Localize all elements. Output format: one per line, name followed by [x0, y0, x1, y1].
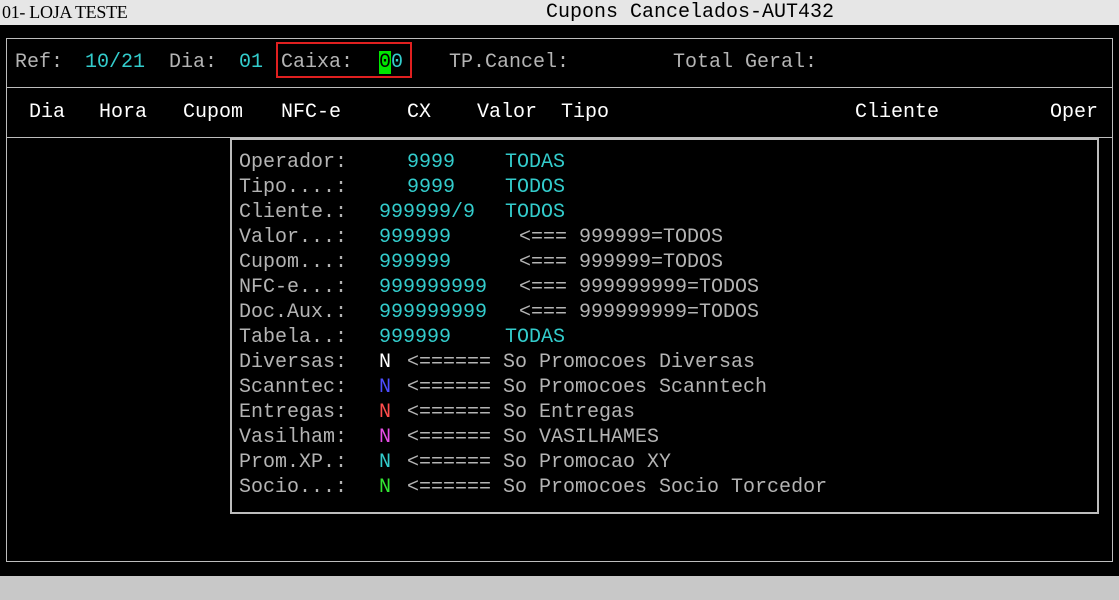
filter-value-socio[interactable]: N: [379, 475, 391, 500]
filter-note-entregas: <====== So Entregas: [407, 401, 636, 424]
filter-note-tabela: TODAS: [505, 326, 566, 349]
filter-note-scanntec: <====== So Promocoes Scanntech: [407, 376, 768, 399]
title-bar: 01- LOJA TESTE Cupons Cancelados-AUT432: [0, 0, 1119, 25]
column-header-hora: Hora: [99, 101, 148, 124]
filter-note-vasilham: <====== So VASILHAMES: [407, 426, 660, 449]
filter-label-operador: Operador:: [239, 151, 348, 174]
filter-label-valor: Valor...:: [239, 226, 348, 249]
caixa-value[interactable]: 0: [391, 51, 403, 74]
filter-value-entregas[interactable]: N: [379, 400, 391, 425]
column-header-cx: CX: [407, 101, 432, 124]
header-divider: [7, 87, 1112, 88]
filter-label-scanntec: Scanntec:: [239, 376, 348, 399]
filter-value-doc-aux[interactable]: 999999999: [379, 300, 487, 325]
filter-value-nfce[interactable]: 999999999: [379, 275, 487, 300]
dia-label: Dia:: [169, 51, 218, 74]
filter-note-cupom: <=== 999999=TODOS: [519, 251, 724, 274]
column-header-oper: Oper: [1050, 101, 1099, 124]
filter-note-doc-aux: <=== 999999999=TODOS: [519, 301, 760, 324]
filter-note-prom-xp: <====== So Promocao XY: [407, 451, 672, 474]
filter-label-diversas: Diversas:: [239, 351, 348, 374]
column-header-dia: Dia: [29, 101, 66, 124]
program-title: Cupons Cancelados-AUT432: [546, 1, 835, 24]
filter-value-tabela[interactable]: 999999: [379, 325, 451, 350]
column-header-cupom: Cupom: [183, 101, 244, 124]
filter-label-socio: Socio...:: [239, 476, 348, 499]
column-header-tipo: Tipo: [561, 101, 610, 124]
filter-value-operador[interactable]: 9999: [407, 150, 455, 175]
tp-cancel-label: TP.Cancel:: [449, 51, 570, 74]
filter-label-tabela: Tabela..:: [239, 326, 348, 349]
column-header-cliente: Cliente: [855, 101, 940, 124]
filter-value-diversas[interactable]: N: [379, 350, 391, 375]
filter-label-cupom: Cupom...:: [239, 251, 348, 274]
filter-note-socio: <====== So Promocoes Socio Torcedor: [407, 476, 828, 499]
filter-label-cliente: Cliente.:: [239, 201, 348, 224]
caixa-field[interactable]: 00: [379, 50, 403, 75]
filter-note-valor: <=== 999999=TODOS: [519, 226, 724, 249]
filter-note-nfce: <=== 999999999=TODOS: [519, 276, 760, 299]
dia-value[interactable]: 01: [239, 50, 263, 75]
filter-label-tipo: Tipo....:: [239, 176, 348, 199]
filter-note-tipo: TODOS: [505, 176, 566, 199]
filter-label-entregas: Entregas:: [239, 401, 348, 424]
filter-value-prom-xp[interactable]: N: [379, 450, 391, 475]
filter-note-operador: TODAS: [505, 151, 566, 174]
filter-label-doc-aux: Doc.Aux.:: [239, 301, 348, 324]
filter-label-nfce: NFC-e...:: [239, 276, 348, 299]
filter-note-cliente: TODOS: [505, 201, 566, 224]
filter-value-valor[interactable]: 999999: [379, 225, 451, 250]
filter-value-cliente[interactable]: 999999/9: [379, 200, 475, 225]
filter-label-prom-xp: Prom.XP.:: [239, 451, 348, 474]
store-name: 01- LOJA TESTE: [2, 2, 128, 22]
ref-label: Ref:: [15, 51, 64, 74]
column-header-valor: Valor: [477, 101, 538, 124]
filter-value-scanntec[interactable]: N: [379, 375, 391, 400]
column-header-nfce: NFC-e: [281, 101, 342, 124]
filter-note-diversas: <====== So Promocoes Diversas: [407, 351, 756, 374]
ref-value[interactable]: 10/21: [85, 50, 145, 75]
filter-value-tipo[interactable]: 9999: [407, 175, 455, 200]
total-geral-label: Total Geral:: [673, 51, 818, 74]
status-bar: [0, 576, 1119, 600]
caixa-label: Caixa:: [281, 51, 354, 74]
caixa-cursor[interactable]: 0: [379, 51, 392, 74]
filter-label-vasilham: Vasilham:: [239, 426, 348, 449]
filter-value-cupom[interactable]: 999999: [379, 250, 451, 275]
filter-value-vasilham[interactable]: N: [379, 425, 391, 450]
